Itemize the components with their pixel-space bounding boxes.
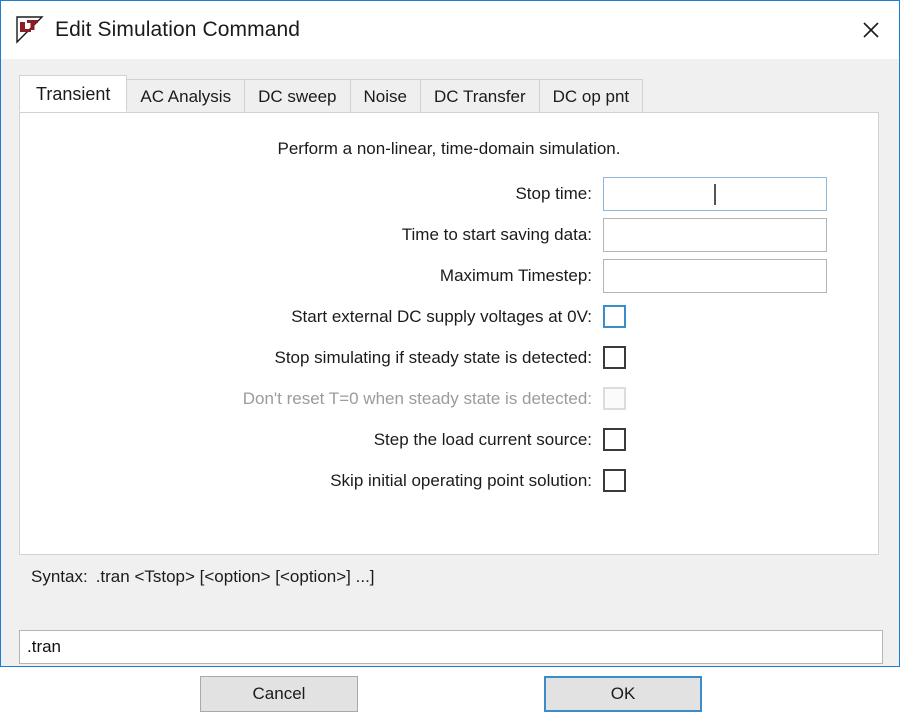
checkbox-row-start-external-dc: Start external DC supply voltages at 0V: bbox=[20, 296, 878, 337]
field-row-stop-time: Stop time: bbox=[20, 173, 878, 214]
tab-dc-sweep[interactable]: DC sweep bbox=[244, 79, 350, 112]
page-title: Edit Simulation Command bbox=[55, 18, 300, 42]
checkbox-row-dont-reset-t0: Don't reset T=0 when steady state is det… bbox=[20, 378, 878, 419]
edit-simulation-command-dialog: Edit Simulation Command Transient AC Ana… bbox=[0, 0, 900, 667]
checkbox-row-step-load-current: Step the load current source: bbox=[20, 419, 878, 460]
tab-ac-analysis[interactable]: AC Analysis bbox=[126, 79, 245, 112]
skip-initial-op-point-checkbox[interactable] bbox=[603, 469, 626, 492]
title-bar: Edit Simulation Command bbox=[1, 1, 899, 59]
skip-initial-op-point-label: Skip initial operating point solution: bbox=[20, 471, 603, 491]
stop-time-label: Stop time: bbox=[20, 184, 603, 204]
cancel-button[interactable]: Cancel bbox=[200, 676, 358, 712]
time-to-start-saving-data-label: Time to start saving data: bbox=[20, 225, 603, 245]
close-button[interactable] bbox=[843, 1, 899, 58]
start-external-dc-label: Start external DC supply voltages at 0V: bbox=[20, 307, 603, 327]
dont-reset-t0-checkbox bbox=[603, 387, 626, 410]
start-external-dc-checkbox[interactable] bbox=[603, 305, 626, 328]
tab-dc-transfer[interactable]: DC Transfer bbox=[420, 79, 540, 112]
tab-strip: Transient AC Analysis DC sweep Noise DC … bbox=[19, 76, 879, 112]
step-load-current-label: Step the load current source: bbox=[20, 430, 603, 450]
ok-button[interactable]: OK bbox=[544, 676, 702, 712]
button-row: Cancel OK bbox=[1, 676, 900, 716]
checkbox-row-skip-initial-op-point: Skip initial operating point solution: bbox=[20, 460, 878, 501]
syntax-label: Syntax: bbox=[31, 567, 88, 586]
dialog-body: Transient AC Analysis DC sweep Noise DC … bbox=[1, 59, 899, 666]
tab-noise[interactable]: Noise bbox=[350, 79, 421, 112]
command-input[interactable] bbox=[19, 630, 883, 664]
tab-dc-op-pnt[interactable]: DC op pnt bbox=[539, 79, 644, 112]
tab-transient[interactable]: Transient bbox=[19, 75, 127, 112]
stop-steady-state-checkbox[interactable] bbox=[603, 346, 626, 369]
field-row-maximum-timestep: Maximum Timestep: bbox=[20, 255, 878, 296]
stop-steady-state-label: Stop simulating if steady state is detec… bbox=[20, 348, 603, 368]
checkbox-row-stop-steady-state: Stop simulating if steady state is detec… bbox=[20, 337, 878, 378]
transient-tab-panel: Perform a non-linear, time-domain simula… bbox=[19, 112, 879, 555]
dont-reset-t0-label: Don't reset T=0 when steady state is det… bbox=[20, 389, 603, 409]
field-row-time-to-start-saving-data: Time to start saving data: bbox=[20, 214, 878, 255]
stop-time-input-wrap bbox=[603, 177, 827, 211]
panel-description: Perform a non-linear, time-domain simula… bbox=[20, 139, 878, 159]
ltspice-logo-icon bbox=[15, 15, 45, 45]
close-icon bbox=[862, 21, 880, 39]
maximum-timestep-input[interactable] bbox=[603, 259, 827, 293]
time-to-start-saving-data-input[interactable] bbox=[603, 218, 827, 252]
text-caret bbox=[714, 184, 716, 205]
syntax-hint: Syntax: .tran <Tstop> [<option> [<option>… bbox=[31, 567, 375, 587]
syntax-text: .tran <Tstop> [<option> [<option>] ...] bbox=[96, 567, 375, 586]
maximum-timestep-label: Maximum Timestep: bbox=[20, 266, 603, 286]
step-load-current-checkbox[interactable] bbox=[603, 428, 626, 451]
transient-form: Stop time: Time to start saving data: Ma… bbox=[20, 173, 878, 501]
